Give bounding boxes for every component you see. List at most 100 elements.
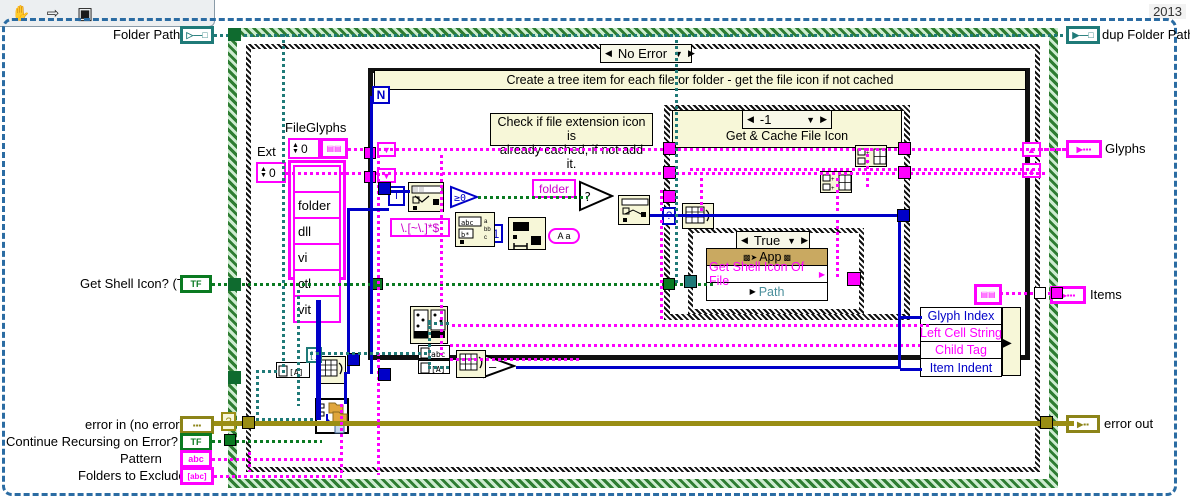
svg-text:abc: abc xyxy=(461,219,474,227)
bundle-row-child-tag[interactable]: Child Tag xyxy=(921,342,1001,359)
bool-terminal-glyph: TF xyxy=(190,279,202,289)
wire-items-band xyxy=(690,168,1040,171)
true-case-label: True xyxy=(753,233,781,248)
case-selector-cache[interactable]: ◀ -1 ▼ ▶ xyxy=(742,110,832,129)
bundle-by-name-panel[interactable]: Glyph Index Left Cell String Child Tag I… xyxy=(920,307,1002,377)
svg-text:+: + xyxy=(831,177,835,183)
control-folder-path[interactable]: ▷—□ xyxy=(180,26,214,44)
case-prev-icon[interactable]: ◀ xyxy=(603,48,614,59)
glyph-array-cell[interactable]: dll xyxy=(293,217,341,245)
tunnel-ext-case-out xyxy=(898,166,911,179)
search-array-node-2[interactable] xyxy=(623,198,651,224)
cache-chevron-down-icon[interactable]: ▼ xyxy=(803,115,818,125)
param-arrow-icon: ▶ xyxy=(749,287,756,296)
greater-equal-zero-node[interactable]: ≥0 xyxy=(449,185,480,209)
wire-teal-mid-v xyxy=(428,320,431,368)
glyph-array-cell[interactable]: folder xyxy=(293,191,341,219)
wire-teal-mid xyxy=(310,352,430,355)
label-continue-recursing: Continue Recursing on Error? (F) xyxy=(6,434,199,449)
comment-cache-check: Check if file extension icon isalready c… xyxy=(490,113,653,171)
wire-folder-path xyxy=(214,34,1064,37)
tunnel-while-shell xyxy=(228,278,241,291)
decrement-node[interactable]: – xyxy=(482,353,517,379)
chevron-down-icon[interactable]: ▼ xyxy=(671,49,686,59)
true-case-next-icon[interactable]: ▶ xyxy=(799,235,810,246)
string-subset-icon xyxy=(513,222,541,249)
tunnel-error-left xyxy=(242,416,255,429)
bundle-row-item-indent[interactable]: Item Indent xyxy=(921,359,1001,376)
invoke-node-parameter-label: Path xyxy=(758,284,785,299)
tunnel-truecase-out xyxy=(847,272,861,286)
wire-folder-path-down xyxy=(282,34,285,374)
match-pattern-node[interactable]: abc b* a bb c xyxy=(455,212,495,247)
file-glyphs-picture-terminal[interactable]: ▤▤ xyxy=(320,138,348,159)
cache-case-next-icon[interactable]: ▶ xyxy=(818,114,829,125)
dup-path-terminal-icon: ▶—□ xyxy=(1072,29,1094,40)
bundle-row-glyph-index[interactable]: Glyph Index xyxy=(921,308,1001,325)
label-glyphs: Glyphs xyxy=(1105,141,1146,156)
file-glyphs-array[interactable]: folder dll vi ctl vit xyxy=(288,160,346,323)
invoke-node-method[interactable]: Get Shell Icon Of File ▶ xyxy=(707,260,827,288)
bundle-output-arrow-icon: ▶ xyxy=(1001,334,1012,350)
control-pattern[interactable]: abc xyxy=(180,450,212,468)
wire-blue-v-left xyxy=(347,208,350,374)
wire-pink-mid-1 xyxy=(452,324,932,327)
tunnel-green-continue xyxy=(224,434,236,446)
wire-blue-thick-left xyxy=(316,300,321,420)
label-ext: Ext xyxy=(257,144,276,159)
control-get-shell-icon[interactable]: TF xyxy=(180,275,212,293)
bundle-row-left-cell-string[interactable]: Left Cell String xyxy=(920,325,1002,342)
cache-case-prev-icon[interactable]: ◀ xyxy=(745,114,756,125)
control-folders-to-exclude[interactable]: [abc] xyxy=(180,467,214,485)
wire-teal-lower-2 xyxy=(256,418,316,421)
wire-teal-dup-path xyxy=(675,34,678,284)
wire-pink-mid-3 xyxy=(450,358,580,361)
indicator-dup-folder-path[interactable]: ▶—□ xyxy=(1066,26,1100,44)
case-selector-no-error[interactable]: ◀ No Error ▼ ▶ xyxy=(600,44,695,63)
wire-pink-vert-8 xyxy=(248,452,251,472)
wire-pink-vert-1 xyxy=(377,155,380,475)
array-size-icon xyxy=(459,353,483,371)
control-error-in[interactable]: ▪▪▪ xyxy=(180,416,214,434)
method-arrow-icon: ▶ xyxy=(818,269,825,279)
build-array-items-node[interactable]: ▤▤ xyxy=(974,284,1002,305)
wire-blue-bundle xyxy=(900,316,922,319)
compare-label: ≥0 xyxy=(454,193,466,204)
true-case-prev-icon[interactable]: ◀ xyxy=(739,235,750,246)
case-next-icon[interactable]: ▶ xyxy=(686,48,697,59)
string-subset-node[interactable] xyxy=(508,217,546,250)
subvi-cache-title: Get & Cache File Icon xyxy=(725,129,849,143)
tunnel-items-case xyxy=(1034,287,1046,299)
svg-text:b*: b* xyxy=(461,231,469,239)
wire-teal-mid-3 xyxy=(428,366,452,369)
wire-teal-dup-path2 xyxy=(297,290,300,406)
index-array-node-1[interactable] xyxy=(408,182,444,212)
to-lower-case-node[interactable]: A a xyxy=(548,228,580,244)
file-glyphs-index-value: 0 xyxy=(300,141,308,156)
svg-text:c: c xyxy=(484,235,487,241)
glyph-array-cell[interactable]: vi xyxy=(293,243,341,271)
wire-blue-recursion xyxy=(344,372,347,404)
svg-text:a: a xyxy=(484,219,488,225)
wire-pink-vert-4 xyxy=(836,178,839,278)
tunnel-blue-2 xyxy=(378,368,391,381)
array-size-node[interactable] xyxy=(456,350,486,378)
invoke-node-shell-icon[interactable]: ▩➤ App ▩ Get Shell Icon Of File ▶ ▶ Path xyxy=(706,248,828,301)
tunnel-shell-icon-case xyxy=(663,278,675,290)
true-chevron-down-icon[interactable]: ▼ xyxy=(784,236,799,246)
control-continue-recursing[interactable]: TF xyxy=(180,433,212,451)
wire-error-in xyxy=(214,421,1074,426)
glyph-array-cell[interactable] xyxy=(293,165,341,193)
wire-blue-bundle2 xyxy=(900,368,922,371)
wire-pink-mid-2 xyxy=(450,344,920,347)
file-glyphs-index-control[interactable]: ▲ ▼ 0 xyxy=(288,138,320,159)
glyphs-stepper-icon[interactable]: ▲ ▼ xyxy=(292,142,299,155)
indicator-glyphs[interactable]: ▶▪▪▪ xyxy=(1066,140,1102,158)
svg-text:+: + xyxy=(831,186,835,192)
for-loop-count-terminal[interactable]: N xyxy=(372,86,390,104)
wire-teal-lower-v xyxy=(256,370,259,418)
ext-stepper-icon[interactable]: ▲ ▼ xyxy=(260,166,267,179)
version-badge: 2013 xyxy=(1149,4,1186,19)
array-node-cache[interactable] xyxy=(682,204,714,230)
wire-blue-v-right xyxy=(898,214,901,369)
